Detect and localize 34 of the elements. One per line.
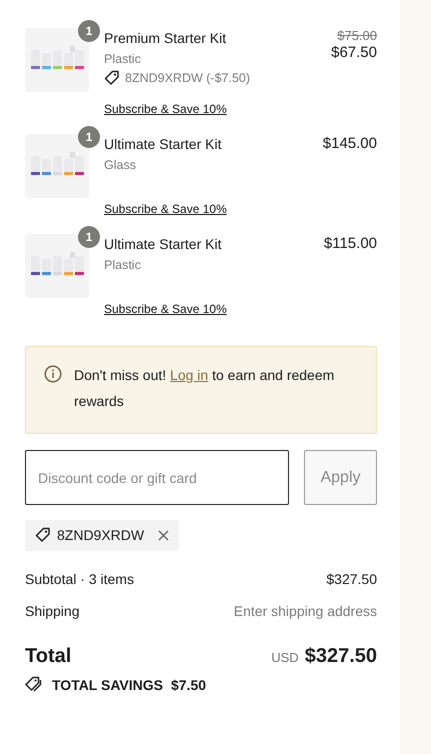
subscribe-link[interactable]: Subscribe & Save 10% <box>104 302 227 316</box>
savings-label: TOTAL SAVINGS <box>52 676 163 692</box>
product-price: $145.00 <box>322 134 377 154</box>
quantity-badge: 1 <box>78 126 100 148</box>
subscribe-link[interactable]: Subscribe & Save 10% <box>104 102 227 116</box>
tags-icon <box>25 676 44 693</box>
savings-amount: $7.50 <box>170 676 206 692</box>
remove-button[interactable] <box>158 530 170 540</box>
tag-icon <box>35 527 51 543</box>
product-name: Premium Starter Kit <box>104 29 228 48</box>
subscribe-link[interactable]: Subscribe & Save 10% <box>104 202 227 216</box>
total-label: Total <box>25 645 72 668</box>
product-variant: Glass <box>104 157 137 174</box>
info-icon <box>44 365 62 383</box>
discount-code: 8ZND9XRDW <box>57 527 144 543</box>
quantity-badge: 1 <box>78 226 100 248</box>
product-price: $67.50 <box>331 43 377 63</box>
rewards-text: Don't miss out! Log in to earn and redeem rewards <box>74 366 336 411</box>
summary-label: Subtotal · 3 items <box>25 571 134 587</box>
product-name: Ultimate Starter Kit <box>104 235 222 254</box>
discount-code: 8ZND9XRDW (-$7.50) <box>125 71 250 85</box>
summary-label: Shipping <box>25 603 80 619</box>
product-variant: Plastic <box>104 51 142 68</box>
summary-value: $327.50 <box>326 571 377 587</box>
tag-icon <box>104 70 120 86</box>
currency-code: USD <box>271 650 299 665</box>
login-link[interactable]: Log in <box>170 367 208 383</box>
total-amount: $327.50 <box>304 645 377 668</box>
summary-value: Enter shipping address <box>234 603 377 619</box>
original-price: $75.00 <box>337 28 377 43</box>
product-price: $115.00 <box>324 234 377 254</box>
quantity-badge: 1 <box>78 20 100 42</box>
product-variant: Plastic <box>104 257 142 274</box>
product-name: Ultimate Starter Kit <box>104 135 222 154</box>
